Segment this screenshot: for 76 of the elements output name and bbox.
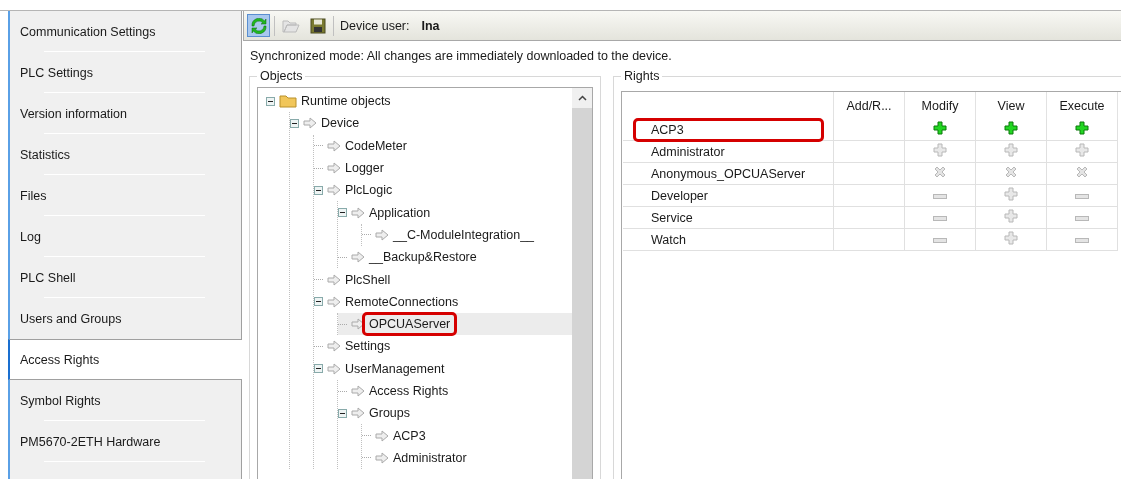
arrow-icon	[351, 318, 365, 331]
collapse-icon[interactable]	[314, 297, 323, 307]
node-label: Administrator	[393, 450, 467, 465]
arrow-icon	[351, 206, 365, 219]
node-label: Application	[369, 205, 431, 220]
objects-title: Objects	[259, 69, 304, 83]
node-label: Runtime objects	[301, 94, 391, 109]
tree-node[interactable]: Device	[290, 112, 572, 135]
device-user-name: Ina	[421, 18, 440, 33]
column-header[interactable]: View	[975, 92, 1047, 119]
folder-icon	[279, 94, 297, 109]
group-name: ACP3	[636, 120, 821, 139]
node-label: Access Rights	[369, 384, 449, 398]
scrollbar[interactable]	[572, 88, 592, 479]
collapse-icon[interactable]	[314, 364, 323, 374]
tree-node[interactable]: __C-ModuleIntegration__	[362, 223, 572, 247]
group-name: Watch	[651, 232, 686, 247]
rights-title: Rights	[623, 69, 661, 83]
arrow-icon	[327, 273, 341, 286]
collapse-icon[interactable]	[338, 208, 347, 218]
collapse-icon[interactable]	[314, 185, 323, 195]
node-label: PlcShell	[345, 272, 391, 287]
scroll-up-icon[interactable]	[577, 95, 587, 101]
tree-node[interactable]: UserManagement	[314, 357, 572, 380]
sync-message: Synchronized mode: All changes are immediately downloaded to the device.	[249, 48, 673, 63]
arrow-icon	[375, 429, 389, 442]
node-label: Logger	[345, 161, 384, 176]
group-name: Administrator	[651, 144, 725, 159]
arrow-icon	[327, 295, 341, 308]
column-header[interactable]: Add/R...	[833, 92, 905, 119]
arrow-icon	[327, 340, 341, 353]
arrow-icon	[327, 184, 341, 197]
device-user-label: Device user:	[340, 18, 410, 33]
arrow-icon	[375, 228, 389, 241]
node-label: Settings	[345, 339, 391, 354]
node-label: PlcLogic	[345, 183, 393, 198]
node-label: Groups	[369, 406, 410, 421]
group-name: Anonymous_OPCUAServer	[651, 166, 806, 181]
tree-node[interactable]: ACP3	[362, 424, 572, 447]
node-label: RemoteConnections	[345, 294, 459, 309]
collapse-icon[interactable]	[338, 408, 347, 418]
collapse-icon[interactable]	[266, 96, 275, 106]
group-name: Developer	[651, 188, 708, 203]
arrow-icon	[351, 385, 365, 397]
tree-node[interactable]: RemoteConnections	[314, 290, 572, 313]
arrow-icon	[327, 162, 341, 175]
node-label: OPCUAServer	[365, 315, 455, 334]
arrow-icon	[351, 407, 365, 420]
column-header[interactable]: Execute	[1046, 92, 1118, 119]
tree-node[interactable]: Logger	[314, 156, 572, 180]
tree-node[interactable]: OPCUAServer	[338, 312, 572, 336]
tree-node[interactable]: Runtime objects	[266, 90, 572, 113]
arrow-icon	[327, 139, 341, 152]
tree-node[interactable]: Application	[338, 201, 572, 224]
node-label: CodeMeter	[345, 138, 407, 153]
tree-node[interactable]: Groups	[338, 402, 572, 425]
node-label: Device	[321, 116, 360, 131]
tree-node[interactable]: __Backup&Restore	[338, 246, 572, 269]
tree-node[interactable]: PlcLogic	[314, 179, 572, 202]
column-header[interactable]: Modify	[904, 92, 976, 119]
arrow-icon	[327, 362, 341, 375]
tree-node[interactable]: Settings	[314, 335, 572, 358]
collapse-icon[interactable]	[290, 118, 299, 128]
node-label: UserManagement	[345, 361, 445, 376]
tree-node[interactable]: CodeMeter	[314, 134, 572, 157]
tree-node[interactable]: Administrator	[362, 446, 572, 470]
node-label: __C-ModuleIntegration__	[393, 227, 535, 242]
tree-node[interactable]: PlcShell	[314, 268, 572, 291]
sidebar-tab[interactable]: Access Rights	[8, 339, 242, 380]
node-label: ACP3	[393, 428, 426, 443]
arrow-icon	[303, 117, 317, 130]
group-name: Service	[651, 210, 693, 225]
node-label: __Backup&Restore	[369, 250, 477, 265]
tree-node[interactable]: Access Rights	[338, 379, 572, 403]
arrow-icon	[375, 451, 389, 464]
arrow-icon	[351, 251, 365, 264]
